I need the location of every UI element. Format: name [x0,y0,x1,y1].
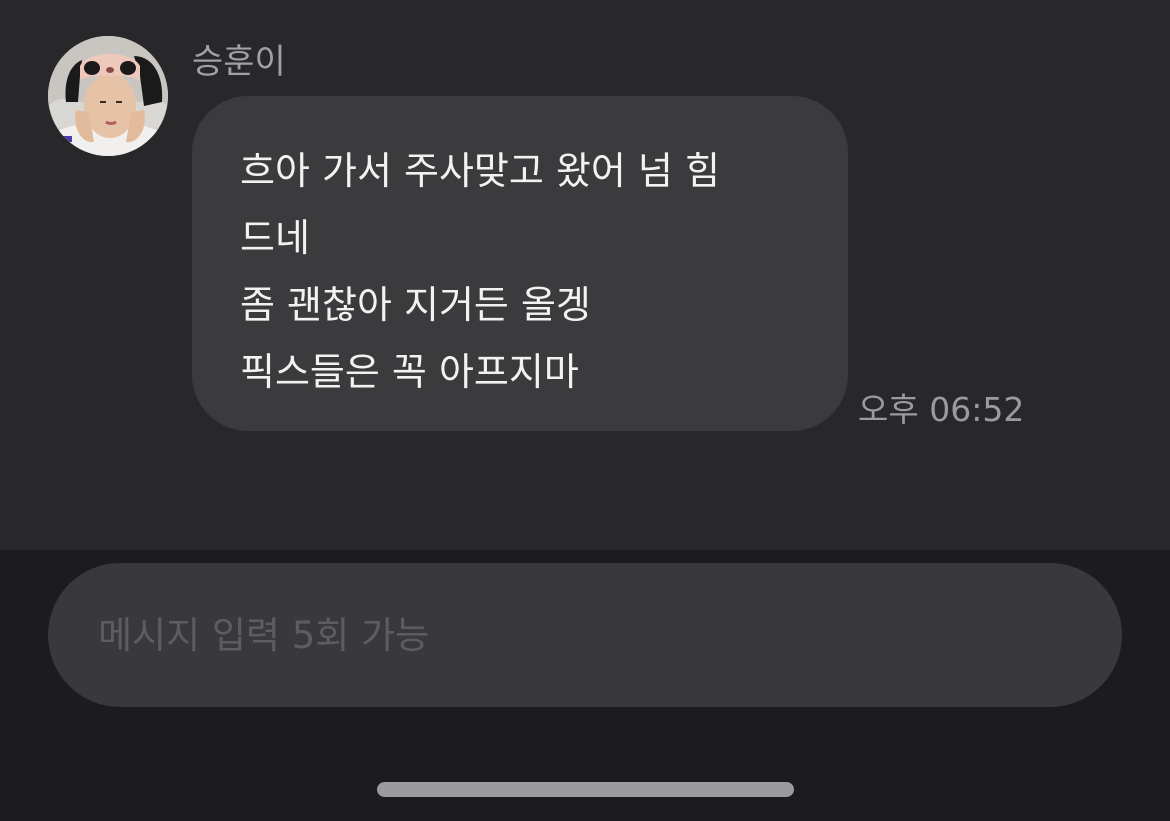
profile-photo-icon [48,36,168,156]
message-composer[interactable] [48,563,1122,707]
message-line: 좀 괜찮아 지거든 올겡 [240,283,591,327]
message-line: 드네 [240,216,310,260]
chat-area: 승훈이 흐아 가서 주사맞고 왔어 넘 힘 드네 좀 괜찮아 지거든 올겡 픽스… [0,0,1170,550]
message-bubble[interactable]: 흐아 가서 주사맞고 왔어 넘 힘 드네 좀 괜찮아 지거든 올겡 픽스들은 꼭… [192,96,848,431]
home-indicator[interactable] [377,782,794,797]
message-input[interactable] [98,613,1072,657]
message-line: 픽스들은 꼭 아프지마 [240,350,579,394]
sender-name: 승훈이 [192,42,286,82]
message-timestamp: 오후 06:52 [858,390,1025,429]
sender-avatar[interactable] [48,36,168,156]
message-line: 흐아 가서 주사맞고 왔어 넘 힘 [240,149,720,193]
